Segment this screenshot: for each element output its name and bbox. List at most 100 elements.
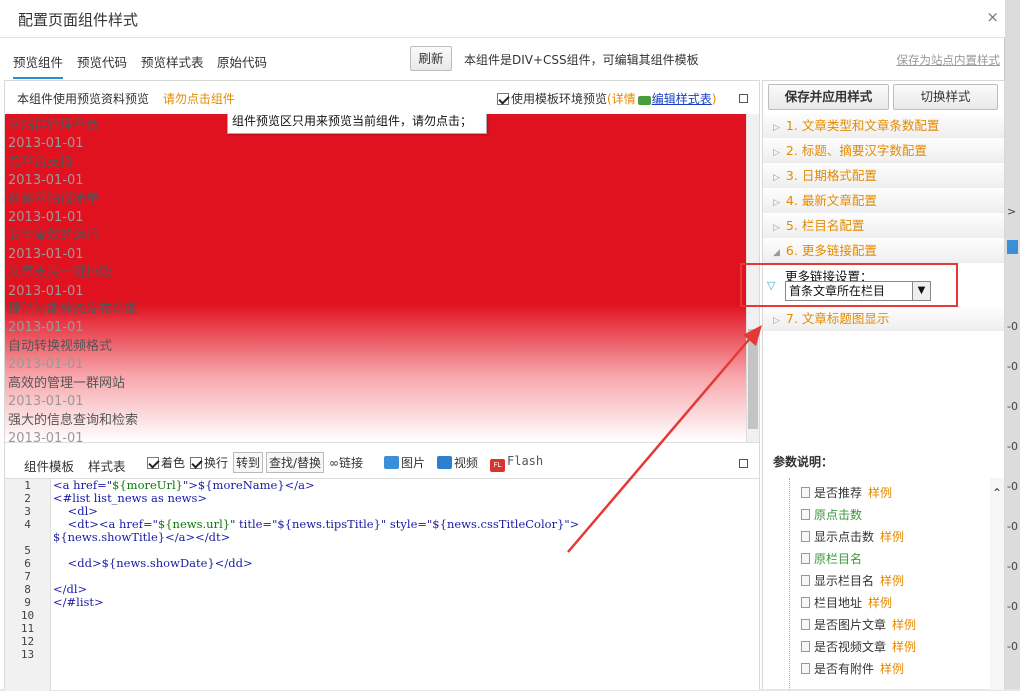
goto-button[interactable]: 转到	[233, 452, 264, 473]
line-number: 3	[24, 505, 31, 518]
preview-label: 本组件使用预览资料预览	[17, 92, 150, 106]
preview-date: 2013-01-01	[8, 394, 84, 410]
param-item: 是否图片文章 样例	[801, 616, 916, 633]
right-pane: 保存并应用样式 切换样式 ▷ 1. 文章类型和文章条数配置 ▷ 2. 标题、摘要汉字数…	[762, 80, 1005, 690]
flash-label: Flash	[507, 454, 544, 468]
code-text: <dl>	[53, 504, 98, 518]
accordion-item-3[interactable]: ▷ 3. 日期格式配置	[763, 164, 1004, 188]
accordion-item-4[interactable]: ▷ 4. 最新文章配置	[763, 189, 1004, 213]
line-number: 13	[20, 648, 35, 661]
close-icon[interactable]: ×	[986, 8, 999, 26]
accordion-item-5[interactable]: ▷ 5. 栏目名配置	[763, 214, 1004, 238]
param-name: 显示点击数	[814, 530, 875, 544]
video-button[interactable]: 视频	[437, 454, 478, 471]
maximize-preview-icon[interactable]	[739, 94, 748, 103]
accordion-label: 1. 文章类型和文章条数配置	[785, 118, 940, 133]
wrap-checkbox[interactable]	[190, 457, 202, 469]
example-link[interactable]: 样例	[880, 530, 904, 544]
refresh-button[interactable]: 刷新	[410, 46, 452, 71]
accordion-label: 5. 栏目名配置	[785, 218, 865, 233]
switch-style-button[interactable]: 切换样式	[893, 84, 998, 110]
document-icon	[801, 531, 810, 542]
accordion-label: 6. 更多链接配置	[785, 243, 877, 258]
param-name: 是否图片文章	[814, 618, 887, 632]
example-link[interactable]: 样例	[880, 662, 904, 676]
param-name: 栏目地址	[814, 596, 863, 610]
image-label: 图片	[401, 456, 426, 470]
example-link[interactable]: 样例	[868, 596, 892, 610]
param-name: 是否有附件	[814, 662, 875, 676]
accordion-label: 2. 标题、摘要汉字数配置	[785, 143, 927, 158]
save-apply-style-button[interactable]: 保存并应用样式	[768, 84, 889, 110]
line-number: 7	[24, 570, 31, 583]
code-editor[interactable]: 1 2 3 4 5 6 7 8 9 10 11 12 13 <a href="${moreUrl}">$…	[5, 478, 759, 691]
image-icon	[384, 456, 399, 469]
scroll-up-icon[interactable]: ⌃	[992, 486, 1002, 500]
accordion-item-6[interactable]: ◢ 6. 更多链接配置	[763, 239, 1004, 263]
link-button[interactable]: ∞链接	[329, 454, 363, 471]
maximize-editor-icon[interactable]	[739, 459, 748, 468]
color-toggle[interactable]: 着色	[147, 454, 185, 471]
preview-date: 2013-01-01	[8, 173, 84, 189]
params-list: 是否头条样例是否推荐样例原点击数显示点击数样例原栏目名显示栏目名样例栏目地址样例…	[763, 478, 990, 690]
template-code[interactable]: <a href="${moreUrl}">${moreName}</a> <#li…	[53, 479, 753, 609]
tab-preview-stylesheet[interactable]: 预览样式表	[141, 52, 204, 71]
find-replace-button[interactable]: 查找/替换	[266, 452, 325, 473]
tab-stylesheet[interactable]: 样式表	[88, 456, 126, 475]
collapsed-triangle-icon: ▷	[773, 123, 780, 133]
details-link[interactable]: (详情	[607, 92, 636, 106]
code-text: </#list>	[53, 595, 104, 609]
preview-news-list: 网站群管理平台 2013-01-01 跨平台支持 2013-01-01 创建网站很简单 2…	[8, 117, 738, 442]
tab-preview-code[interactable]: 预览代码	[77, 52, 127, 71]
accordion-item-7[interactable]: ▷ 7. 文章标题图显示	[763, 307, 1004, 331]
use-template-env-label: 使用模板环境预览	[511, 92, 608, 106]
tab-preview-component[interactable]: 预览组件	[13, 52, 64, 79]
example-link[interactable]: 样例	[892, 640, 916, 654]
line-number: 5	[24, 544, 31, 557]
editor-toolbar: 组件模板 样式表 着色 换行 转到 查找/替换 ∞链接 图片 视频 FL Flas…	[5, 442, 759, 481]
preview-bar: 本组件使用预览资料预览 请勿点击组件 使用模板环境预览(详情 编辑样式表)	[5, 81, 759, 114]
code-text: <dd>${news.showDate}</dd>	[53, 556, 253, 570]
preview-area: 网站群管理平台 2013-01-01 跨平台支持 2013-01-01 创建网站很简单 2…	[5, 114, 746, 442]
image-button[interactable]: 图片	[384, 454, 425, 471]
line-number: 1	[24, 479, 31, 492]
save-as-builtin-style-link[interactable]: 保存为站点内置样式	[897, 52, 1001, 68]
example-link[interactable]: 样例	[880, 574, 904, 588]
accordion-item-1[interactable]: ▷ 1. 文章类型和文章条数配置	[763, 114, 1004, 138]
code-text: <#list list_news as news>	[53, 491, 208, 505]
flash-button[interactable]: FL Flash	[490, 454, 543, 472]
accordion-item-2[interactable]: ▷ 2. 标题、摘要汉字数配置	[763, 139, 1004, 163]
preview-date: 2013-01-01	[8, 246, 84, 262]
edit-stylesheet-link[interactable]: 编辑样式表	[652, 92, 712, 106]
color-checkbox[interactable]	[147, 457, 159, 469]
preview-title: 文章支持一键排版	[8, 265, 113, 281]
document-icon	[801, 641, 810, 652]
accordion-label: 3. 日期格式配置	[785, 168, 877, 183]
link-icon: ∞	[329, 456, 339, 470]
use-template-env-checkbox[interactable]	[497, 93, 509, 105]
collapsed-triangle-icon: ▷	[773, 223, 780, 233]
wrap-label: 换行	[204, 456, 229, 470]
param-item: 是否推荐 样例	[801, 484, 892, 501]
preview-title: 高效的管理一群网站	[8, 375, 126, 391]
left-pane: 本组件使用预览资料预览 请勿点击组件 使用模板环境预览(详情 编辑样式表) 网站群…	[4, 80, 760, 691]
param-name: 原点击数	[814, 508, 863, 522]
component-info: 本组件是DIV+CSS组件，可编辑其组件模板	[464, 53, 699, 67]
example-link[interactable]: 样例	[892, 618, 916, 632]
params-scrollbar[interactable]: ⌃	[990, 478, 1004, 690]
example-link[interactable]: 样例	[868, 486, 892, 500]
code-text: </dl>	[53, 582, 88, 596]
code-string: ${news.url}	[157, 517, 231, 531]
wrap-toggle[interactable]: 换行	[190, 454, 228, 471]
preview-date: 2013-01-01	[8, 430, 84, 442]
tab-original-code[interactable]: 原始代码	[217, 52, 267, 71]
collapsed-triangle-icon: ▷	[773, 198, 780, 208]
code-line: ${news.showTitle}</a></dt>	[53, 531, 753, 544]
param-item: 显示栏目名 样例	[801, 572, 904, 589]
params-title: 参数说明：	[773, 455, 834, 469]
param-name: 原栏目名	[814, 552, 863, 566]
code-string: ${moreUrl}	[112, 478, 183, 492]
preview-date: 2013-01-01	[8, 357, 84, 373]
config-dialog: 配置页面组件样式 × 预览组件 预览代码 预览样式表 原始代码 刷新 本组件是D…	[0, 0, 1005, 691]
preview-scrollbar-thumb[interactable]	[748, 329, 758, 429]
